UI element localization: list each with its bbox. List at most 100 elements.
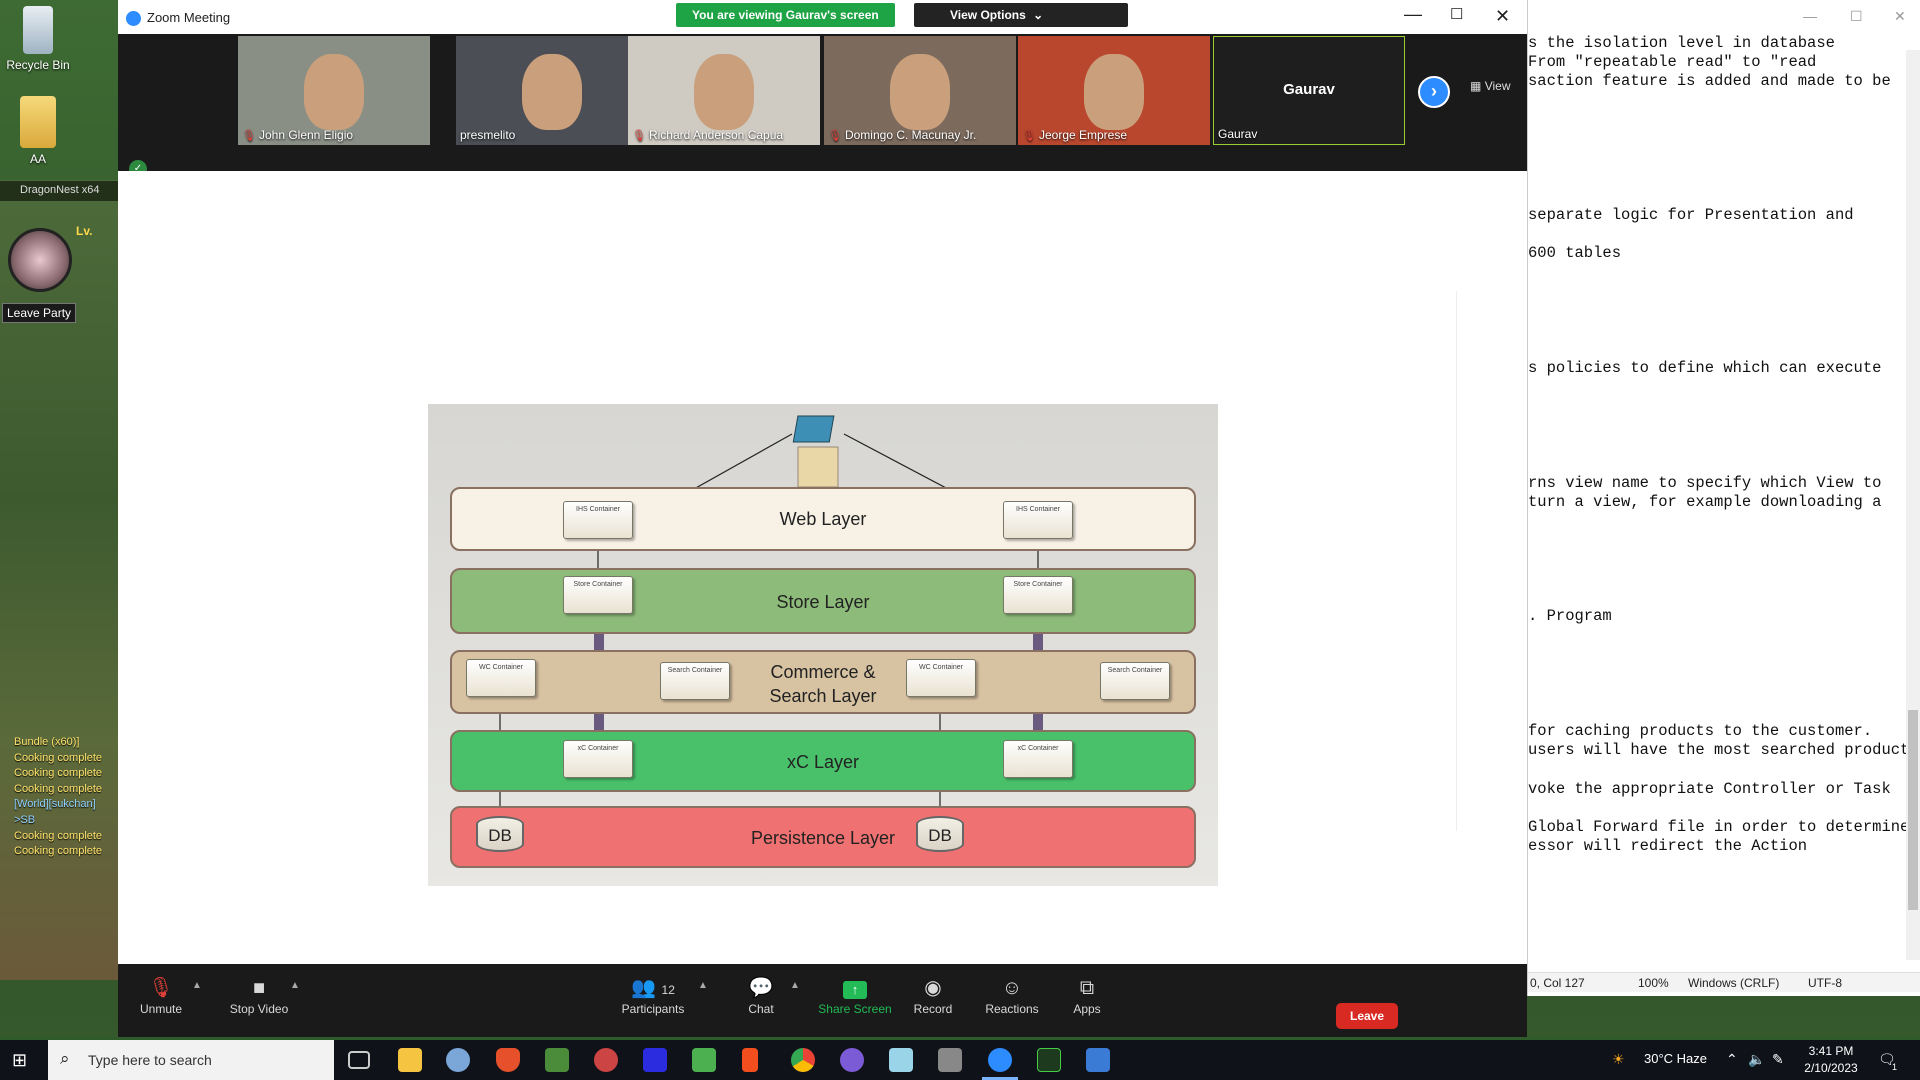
video-options-caret-icon[interactable]: ▲ <box>290 980 300 991</box>
chat-caret-icon[interactable]: ▲ <box>790 980 800 991</box>
notepad-plus-icon[interactable] <box>692 1048 716 1072</box>
taskbar-search-box[interactable]: ⌕ Type here to search <box>48 1040 334 1080</box>
web-layer: Web Layer <box>450 487 1196 551</box>
notepad-titlebar: — ☐ ✕ <box>1528 0 1920 34</box>
participant-tile[interactable]: 🎙 Richard Anderson Capua <box>628 36 820 145</box>
participant-tile[interactable]: 🎙 Jeorge Emprese <box>1018 36 1210 145</box>
chat-label: Chat <box>748 1002 774 1016</box>
participant-name: Domingo C. Macunay Jr. <box>844 128 977 142</box>
xc-container-right: xC Container <box>1003 740 1073 778</box>
calculator-icon[interactable] <box>938 1048 962 1072</box>
participant-center-name: Gaurav <box>1283 81 1335 98</box>
chat-line: Cooking complete <box>14 751 103 764</box>
close-icon[interactable]: ✕ <box>1495 6 1510 27</box>
chat-line: Cooking complete <box>14 782 103 795</box>
text-line: From "repeatable read" to "read <box>1528 53 1817 71</box>
minimize-icon[interactable]: — <box>1404 4 1422 25</box>
system-clock[interactable]: 3:41 PM 2/10/2023 <box>1796 1043 1866 1077</box>
apps-button[interactable]: ⧉ Apps <box>1069 974 1105 1016</box>
game-launcher-icon[interactable] <box>594 1048 618 1072</box>
leave-party-button[interactable]: Leave Party <box>2 303 77 323</box>
smiley-icon: ☺ <box>1001 977 1023 999</box>
participant-tile[interactable]: presmelito <box>456 36 648 145</box>
notepad-text-area[interactable]: s the isolation level in database From "r… <box>1528 34 1908 964</box>
search-container-right: Search Container <box>1100 662 1170 700</box>
participants-icon: 👥 12 <box>631 977 675 999</box>
shared-screen-edge <box>1456 291 1457 831</box>
next-page-button[interactable]: › <box>1418 76 1450 108</box>
game-window[interactable] <box>0 180 118 980</box>
game-character-avatar <box>8 228 72 292</box>
maximize-icon[interactable]: ☐ <box>1850 8 1863 25</box>
view-options-button[interactable]: View Options ⌄ <box>914 3 1128 27</box>
intellij-icon[interactable] <box>643 1048 667 1072</box>
recycle-bin-icon <box>23 6 53 54</box>
weather-text[interactable]: 30°C Haze <box>1644 1051 1707 1066</box>
photos-app-icon[interactable] <box>545 1048 569 1072</box>
zoom-app-icon[interactable] <box>988 1048 1012 1072</box>
commerce-search-layer: Commerce & Search Layer <box>450 650 1196 714</box>
viber-icon[interactable] <box>840 1048 864 1072</box>
clock-date: 2/10/2023 <box>1804 1061 1858 1075</box>
participant-tile[interactable]: 🎙 Domingo C. Macunay Jr. <box>824 36 1016 145</box>
chrome-icon[interactable] <box>791 1048 815 1072</box>
participants-button[interactable]: 👥 12 Participants <box>620 974 686 1016</box>
stop-video-button[interactable]: ■ Stop Video <box>224 974 294 1016</box>
xc-layer: xC Layer <box>450 730 1196 792</box>
participant-name-label: 🎙 Domingo C. Macunay Jr. <box>828 128 976 142</box>
zoom-window[interactable]: Zoom Meeting — ☐ ✕ You are viewing Gaura… <box>118 0 1527 1037</box>
notepad-scrollbar[interactable] <box>1906 50 1920 960</box>
dragon-nest-icon[interactable] <box>1037 1048 1061 1072</box>
participant-name: John Glenn Eligio <box>258 128 354 142</box>
chat-button[interactable]: 💬 Chat <box>741 974 781 1016</box>
chat-line: [World][sukchan] <box>14 798 96 811</box>
share-screen-button[interactable]: ↑ Share Screen <box>818 974 892 1016</box>
status-encoding: UTF-8 <box>1808 976 1842 990</box>
figma-icon[interactable] <box>742 1048 758 1072</box>
scrollbar-thumb[interactable] <box>1908 710 1918 910</box>
paint-app-icon[interactable] <box>446 1048 470 1072</box>
participant-name: Richard Anderson Capua <box>648 128 784 142</box>
share-screen-label: Share Screen <box>818 1002 892 1016</box>
speaker-icon[interactable]: 🔈 <box>1748 1051 1765 1068</box>
chat-line: Cooking complete <box>14 845 103 858</box>
participants-caret-icon[interactable]: ▲ <box>698 980 708 991</box>
participant-name-label: Gaurav <box>1218 127 1257 141</box>
persistence-layer: Persistence Layer <box>450 806 1196 868</box>
file-explorer-icon[interactable] <box>398 1048 422 1072</box>
notification-count: 1 <box>1892 1062 1898 1072</box>
notepad-icon[interactable] <box>889 1048 913 1072</box>
recycle-bin-shortcut[interactable]: Recycle Bin <box>0 6 76 72</box>
notepad-window[interactable]: — ☐ ✕ s the isolation level in database F… <box>1527 0 1920 996</box>
reactions-button[interactable]: ☺ Reactions <box>984 974 1040 1016</box>
task-view-icon[interactable] <box>348 1051 370 1069</box>
view-options-label: View Options <box>950 8 1026 22</box>
maximize-icon[interactable]: ☐ <box>1450 5 1463 23</box>
participant-tile[interactable]: Gaurav Gaurav <box>1213 36 1405 145</box>
windows-start-icon[interactable]: ⊞ <box>12 1050 27 1071</box>
participant-video <box>522 54 582 130</box>
participant-video <box>1084 54 1144 130</box>
audio-options-caret-icon[interactable]: ▲ <box>192 980 202 991</box>
pen-icon[interactable]: ✎ <box>1772 1051 1784 1068</box>
minimize-icon[interactable]: — <box>1803 8 1817 24</box>
close-icon[interactable]: ✕ <box>1894 8 1906 25</box>
remote-desktop-icon[interactable] <box>1086 1048 1110 1072</box>
ihs-container-left: IHS Container <box>563 501 633 539</box>
text-line: separate logic for Presentation and <box>1528 206 1854 224</box>
text-line: Global Forward file in order to determin… <box>1528 818 1908 836</box>
meeting-controls: 🎙 Unmute ▲ ■ Stop Video ▲ 👥 12 Participa… <box>118 964 1527 1037</box>
unmute-button[interactable]: 🎙 Unmute <box>138 974 184 1016</box>
record-icon: ◉ <box>924 977 942 999</box>
brave-browser-icon[interactable] <box>496 1048 520 1072</box>
aa-folder-shortcut[interactable]: AA <box>0 96 76 166</box>
viewing-screen-banner: You are viewing Gaurav's screen <box>676 3 895 27</box>
participant-tile[interactable]: 🎙 John Glenn Eligio <box>238 36 430 145</box>
game-chat-log: Bundle (x60)] Cooking complete Cooking com… <box>14 735 118 860</box>
view-button[interactable]: ▦ View <box>1470 79 1510 93</box>
text-line: turn a view, for example downloading a <box>1528 493 1882 511</box>
leave-meeting-button[interactable]: Leave <box>1336 1003 1398 1029</box>
wc-container-right: WC Container <box>906 659 976 697</box>
record-button[interactable]: ◉ Record <box>911 974 955 1016</box>
chevron-up-icon[interactable]: ⌃ <box>1726 1051 1738 1068</box>
